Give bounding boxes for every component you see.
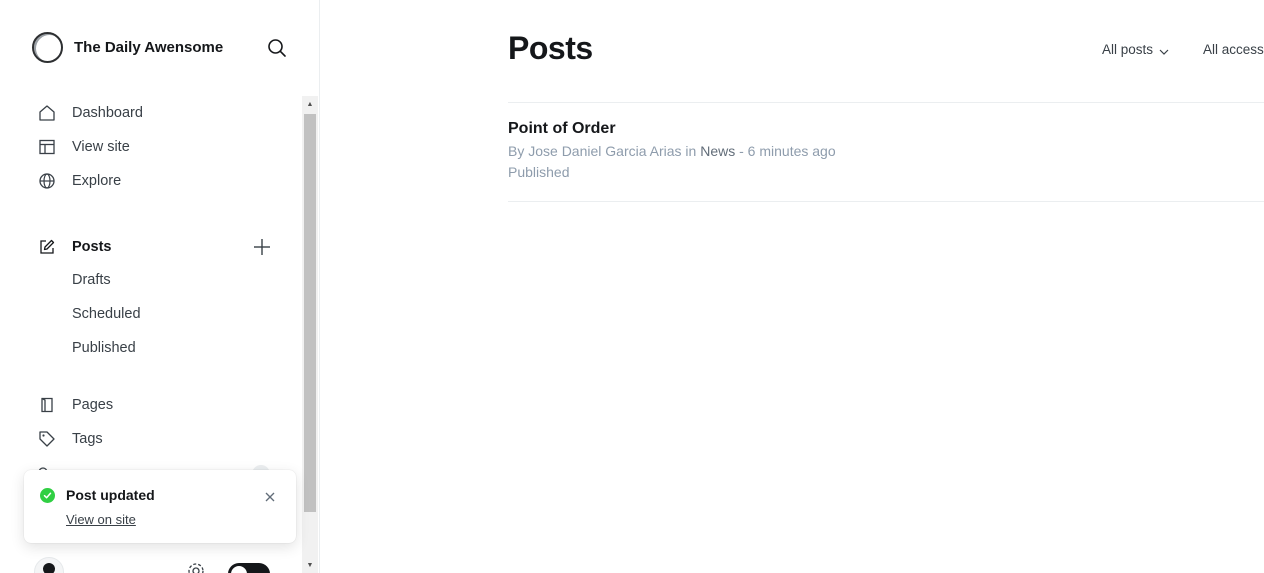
chevron-down-icon — [1159, 45, 1169, 55]
scroll-up-arrow-icon[interactable]: ▲ — [302, 96, 318, 112]
nav-view-site[interactable]: View site — [37, 135, 130, 159]
edit-icon — [37, 237, 57, 257]
nav-tags[interactable]: Tags — [37, 427, 103, 451]
post-title[interactable]: Point of Order — [508, 120, 616, 138]
nav-posts[interactable]: Posts — [37, 235, 112, 259]
nav-explore[interactable]: Explore — [37, 169, 121, 193]
page-icon — [37, 395, 57, 415]
nav-dashboard-label: Dashboard — [72, 105, 143, 121]
filter-access[interactable]: All access — [1203, 42, 1264, 57]
toast-title: Post updated — [66, 487, 155, 503]
nav-drafts[interactable]: Drafts — [72, 272, 111, 288]
post-in-word: in — [681, 143, 701, 159]
post-category: News — [700, 143, 736, 159]
sidebar-footer — [0, 555, 300, 573]
layout-icon — [37, 137, 57, 157]
tag-icon — [37, 429, 57, 449]
nav-dashboard[interactable]: Dashboard — [37, 101, 143, 125]
post-by-prefix: By — [508, 143, 529, 159]
nav-tags-label: Tags — [72, 431, 103, 447]
nav-published[interactable]: Published — [72, 340, 136, 356]
home-icon — [37, 103, 57, 123]
nav-explore-label: Explore — [72, 173, 122, 189]
notification-toast: Post updated View on site — [24, 470, 296, 543]
nav-posts-label: Posts — [72, 239, 112, 255]
site-brand[interactable]: The Daily Awensome — [32, 32, 223, 63]
page-title: Posts — [508, 30, 593, 66]
new-post-plus-icon[interactable] — [251, 236, 273, 258]
site-name: The Daily Awensome — [74, 39, 224, 56]
post-meta: By Jose Daniel Garcia Arias in News - 6 … — [508, 143, 836, 159]
close-icon[interactable] — [264, 490, 276, 502]
view-on-site-link[interactable]: View on site — [66, 512, 136, 527]
dark-mode-toggle[interactable] — [228, 563, 270, 573]
filter-post-type[interactable]: All posts — [1102, 42, 1169, 57]
scroll-thumb[interactable] — [304, 114, 316, 512]
list-bottom-divider — [508, 201, 1264, 202]
search-icon[interactable] — [266, 37, 288, 59]
nav-pages[interactable]: Pages — [37, 393, 113, 417]
post-time: - 6 minutes ago — [735, 143, 836, 159]
filter-post-type-label: All posts — [1102, 42, 1154, 57]
post-status: Published — [508, 164, 570, 180]
sidebar-scrollbar[interactable]: ▲ ▼ — [302, 96, 318, 573]
user-avatar[interactable] — [34, 557, 64, 573]
gear-icon[interactable] — [186, 561, 206, 573]
globe-icon — [37, 171, 57, 191]
list-top-divider — [508, 102, 1264, 103]
filter-access-label: All access — [1203, 42, 1264, 57]
check-circle-icon — [40, 488, 55, 503]
nav-scheduled[interactable]: Scheduled — [72, 306, 141, 322]
site-logo — [32, 32, 63, 63]
nav-pages-label: Pages — [72, 397, 114, 413]
scroll-down-arrow-icon[interactable]: ▼ — [302, 557, 318, 573]
nav-view-site-label: View site — [72, 139, 130, 155]
post-author: Jose Daniel Garcia Arias — [528, 143, 682, 159]
